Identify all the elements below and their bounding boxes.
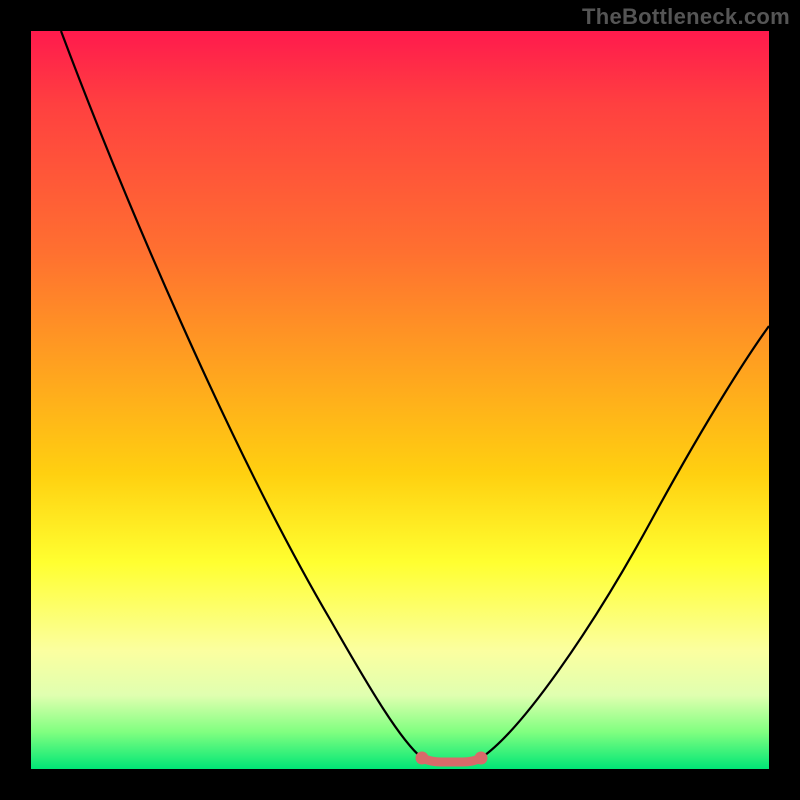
left-curve bbox=[61, 31, 422, 758]
attribution-text: TheBottleneck.com bbox=[582, 4, 790, 30]
curve-layer bbox=[31, 31, 769, 769]
trough-marker-left bbox=[416, 752, 429, 765]
plot-area bbox=[31, 31, 769, 769]
trough-plateau bbox=[422, 758, 481, 762]
trough-marker-right bbox=[475, 752, 488, 765]
right-curve bbox=[481, 326, 769, 758]
chart-frame: TheBottleneck.com bbox=[0, 0, 800, 800]
